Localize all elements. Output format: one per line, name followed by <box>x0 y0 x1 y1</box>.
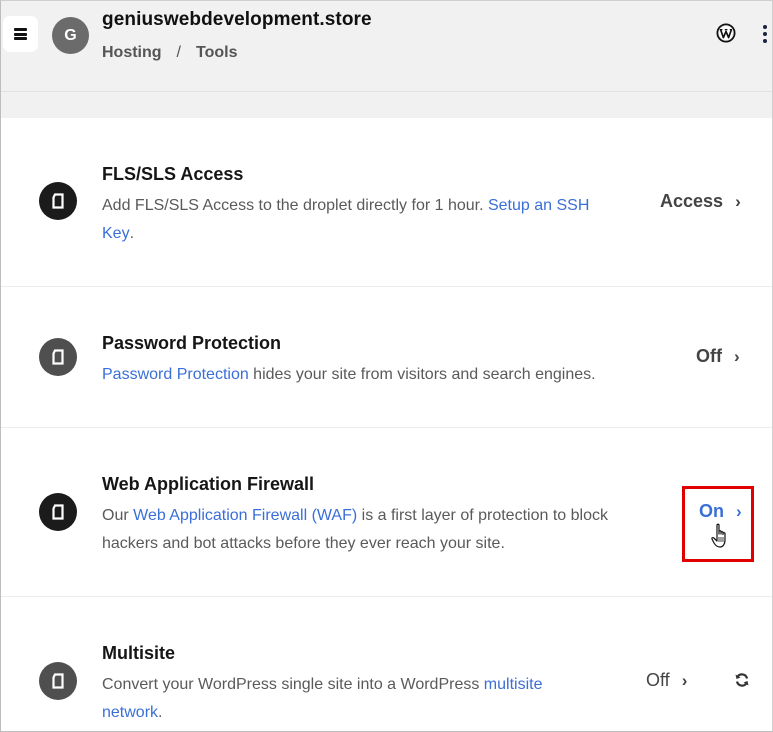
menu-button[interactable] <box>3 16 38 52</box>
hamburger-menu-icon <box>14 28 27 40</box>
description-text: Convert your WordPress single site into … <box>102 676 484 693</box>
breadcrumb-item-hosting[interactable]: Hosting <box>102 44 162 62</box>
description-text: . <box>129 225 135 242</box>
description-text: . <box>158 704 163 721</box>
multisite-toggle-button[interactable]: Off › <box>646 670 687 691</box>
description-text: Our <box>102 507 134 524</box>
app-window: G geniuswebdevelopment.store Hosting / T… <box>0 0 773 732</box>
password-protection-toggle-button[interactable]: Off › <box>696 346 740 367</box>
document-icon <box>39 182 77 220</box>
document-icon <box>39 338 77 376</box>
breadcrumb-item-tools[interactable]: Tools <box>196 44 237 62</box>
document-icon <box>39 493 77 531</box>
tool-row-fls-sls-access: FLS/SLS Access Add FLS/SLS Access to the… <box>1 118 772 287</box>
chevron-right-icon: › <box>735 191 741 211</box>
chevron-right-icon: › <box>681 670 688 690</box>
tool-description: Add FLS/SLS Access to the droplet direct… <box>102 192 622 248</box>
header-subbar <box>1 92 772 118</box>
hand-pointer-cursor-icon <box>711 523 726 548</box>
action-label: Off <box>696 346 722 366</box>
access-button[interactable]: Access › <box>660 191 741 212</box>
tool-title: Multisite <box>102 643 176 663</box>
action-label: Off <box>646 670 670 690</box>
tool-title: Web Application Firewall <box>102 474 315 494</box>
waf-link[interactable]: Web Application Firewall (WAF) <box>133 507 357 524</box>
header: G geniuswebdevelopment.store Hosting / T… <box>1 1 772 92</box>
tool-row-password-protection: Password Protection Password Protection … <box>1 287 772 428</box>
breadcrumb: Hosting / Tools <box>102 44 237 62</box>
tool-title: Password Protection <box>102 333 282 353</box>
document-icon <box>39 662 77 700</box>
action-label: Access <box>660 191 724 211</box>
tool-description: Convert your WordPress single site into … <box>102 671 582 727</box>
description-text: Add FLS/SLS Access to the droplet direct… <box>102 197 488 214</box>
chevron-right-icon: › <box>734 346 740 366</box>
description-text: hides your site from visitors and search… <box>248 366 596 383</box>
breadcrumb-separator: / <box>176 44 181 61</box>
tool-description: Our Web Application Firewall (WAF) is a … <box>102 502 647 558</box>
password-protection-link[interactable]: Password Protection <box>102 366 249 383</box>
refresh-icon[interactable] <box>734 672 750 688</box>
tool-title: FLS/SLS Access <box>102 164 244 184</box>
avatar[interactable]: G <box>52 17 89 54</box>
tool-row-multisite: Multisite Convert your WordPress single … <box>1 597 772 731</box>
wordpress-icon[interactable] <box>716 23 736 43</box>
tool-row-web-application-firewall: Web Application Firewall Our Web Applica… <box>1 428 772 597</box>
tool-description: Password Protection hides your site from… <box>102 361 632 389</box>
kebab-menu-icon[interactable] <box>761 25 769 43</box>
site-title: geniuswebdevelopment.store <box>102 9 372 30</box>
